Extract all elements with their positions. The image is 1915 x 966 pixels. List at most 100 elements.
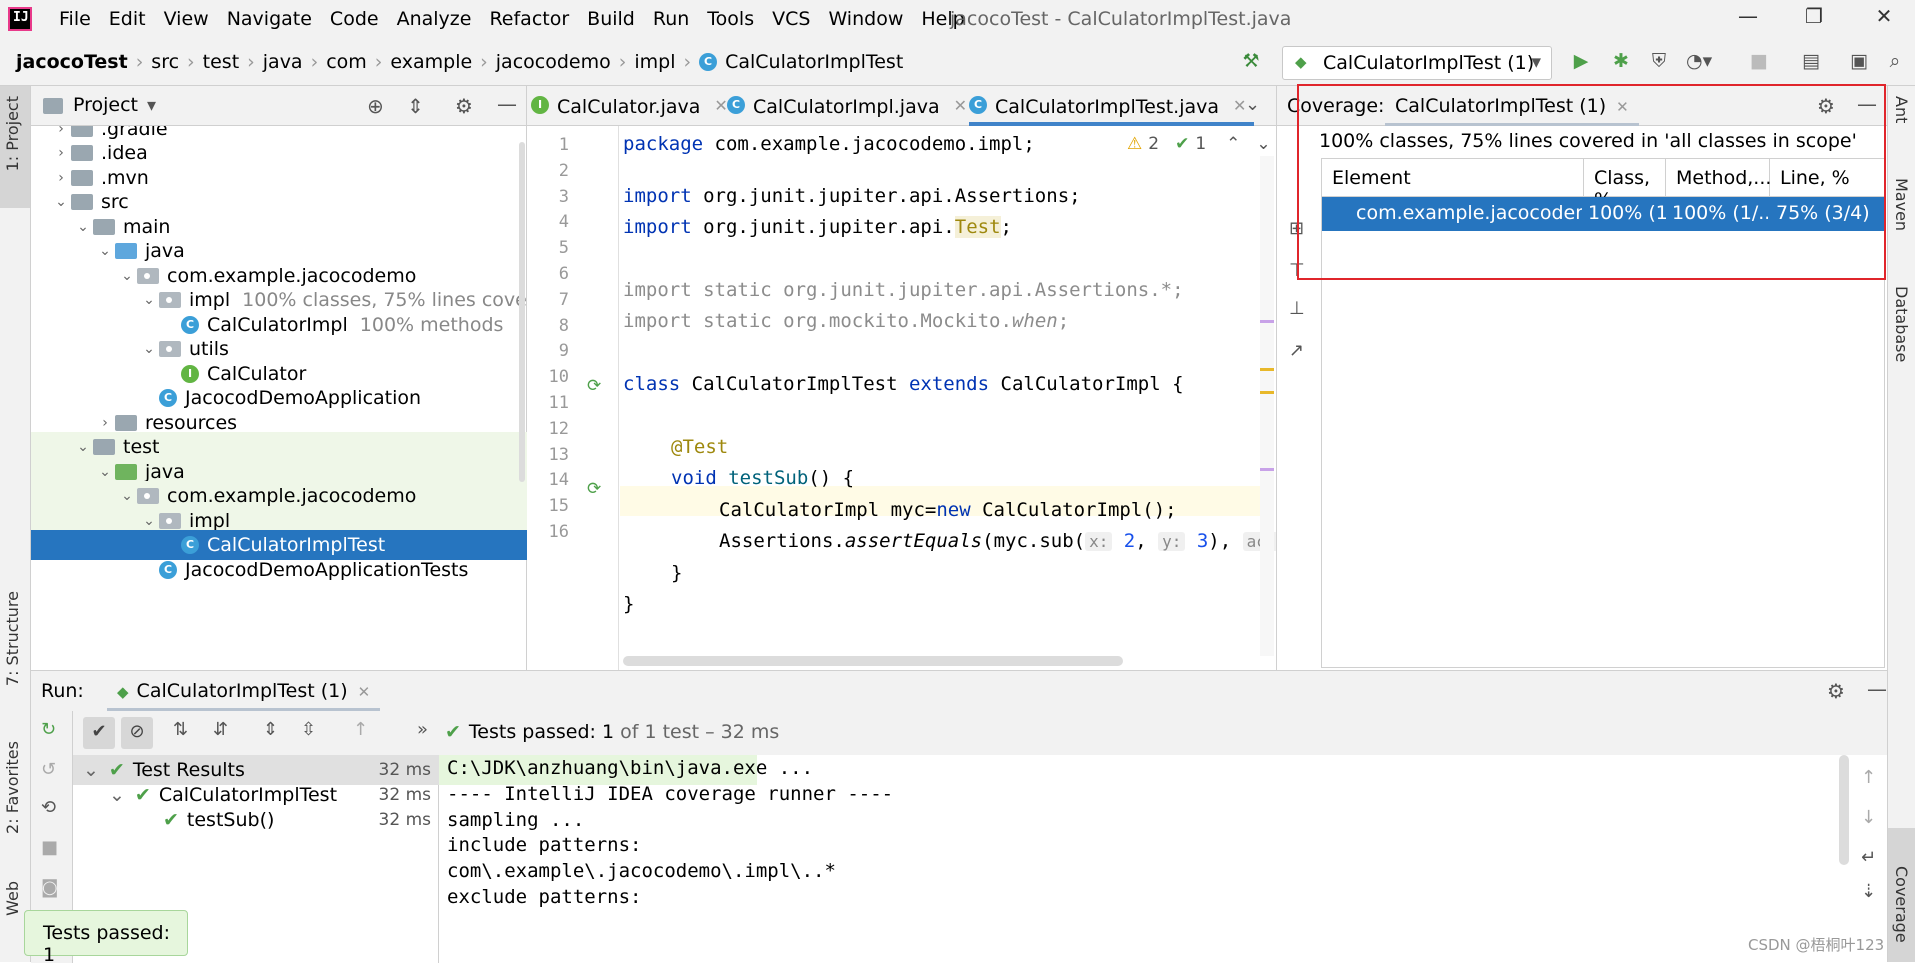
console-scrollbar[interactable] [1839,755,1849,865]
editor-scroll-markers[interactable] [1260,156,1274,656]
menu-code[interactable]: Code [321,8,388,30]
chevron-down-icon[interactable]: ⌄ [83,759,99,781]
breadcrumb-item[interactable]: com [326,51,367,73]
chevron-right-icon[interactable]: › [51,145,71,161]
tab-coverage[interactable]: Coverage [1892,866,1911,943]
chevron-down-icon[interactable]: ⌄ [117,488,137,504]
menu-edit[interactable]: Edit [100,8,155,30]
menu-build[interactable]: Build [578,8,644,30]
project-view-select[interactable]: Project [73,94,138,116]
stop-icon[interactable]: ■ [1746,50,1772,76]
stop-icon[interactable]: ■ [41,837,58,858]
menu-navigate[interactable]: Navigate [218,8,321,30]
inspection-widget[interactable]: ⚠ 2 ✔ 1 ⌃ ⌄ [1127,134,1271,154]
export-icon[interactable]: ↗ [1289,340,1304,361]
breadcrumb-item[interactable]: example [390,51,472,73]
run-with-coverage-icon[interactable]: ⛨ [1646,50,1672,76]
tab-favorites[interactable]: 2: Favorites [3,741,22,834]
chevron-right-icon[interactable]: › [51,126,71,137]
toggle-autotest-icon[interactable]: ⟲ [41,797,56,818]
test-node[interactable]: ✔ testSub() 32 ms [73,805,439,835]
chevron-down-icon[interactable]: ⌄ [95,464,115,480]
close-tab-icon[interactable]: ✕ [954,96,967,115]
menu-vcs[interactable]: VCS [763,8,819,30]
tab-calculator-java[interactable]: I CalCulator.java ✕ [531,86,728,126]
tab-database[interactable]: Database [1892,286,1911,362]
scroll-to-end-icon[interactable]: ⇣ [1861,881,1876,902]
run-icon[interactable]: ▶ [1568,50,1594,76]
menu-run[interactable]: Run [644,8,698,30]
build-hammer-icon[interactable]: ⚒ [1238,50,1264,76]
chevron-down-icon[interactable]: ⌄ [73,219,93,235]
tab-structure[interactable]: 7: Structure [3,591,22,686]
close-tab-icon[interactable]: ✕ [358,683,371,701]
chevron-down-icon[interactable]: ⌄ [73,439,93,455]
chevron-down-icon[interactable]: ⌄ [139,292,159,308]
gear-icon[interactable]: ⚙ [1827,679,1845,703]
chevron-up-icon[interactable]: ⌃ [1226,134,1240,154]
tests-passed-notification[interactable]: Tests passed: 1 [24,910,188,966]
more-icon[interactable]: » [417,719,428,740]
rerun-failed-icon[interactable]: ↺ [41,759,56,780]
breadcrumb-item[interactable]: test [203,51,240,73]
terminal-icon[interactable]: ▣ [1846,50,1872,76]
show-passed-icon[interactable]: ✔ [83,717,115,749]
run-tab[interactable]: ◆ CalCulatorImplTest (1) ✕ [107,671,381,711]
breadcrumb-item[interactable]: jacocoTest [16,51,128,73]
menu-refactor[interactable]: Refactor [480,8,578,30]
tab-calculatorimpltest-java[interactable]: C CalCulatorImplTest.java ✕ [969,86,1255,126]
restore-button[interactable]: ❐ [1796,4,1832,36]
menu-view[interactable]: View [155,8,218,30]
scroll-down-icon[interactable]: ↓ [1861,807,1876,828]
scroll-up-icon[interactable]: ↑ [1861,767,1876,788]
hide-panel-icon[interactable]: — [497,92,517,116]
gear-icon[interactable]: ⚙ [455,94,473,118]
chevron-down-icon[interactable]: ⌄ [95,243,115,259]
sort-duration-icon[interactable]: ⇵ [213,719,228,740]
chevron-down-icon[interactable]: ⌄ [51,194,71,210]
camera-icon[interactable]: ◙ [41,877,58,898]
hide-panel-icon[interactable]: — [1867,677,1887,701]
tab-ant[interactable]: Ant [1892,96,1911,123]
close-window-button[interactable]: ✕ [1866,4,1902,36]
expand-all-icon[interactable]: ⇕ [263,719,278,740]
profile-icon[interactable]: ◔▾ [1686,50,1712,76]
tab-project[interactable]: 1: Project [3,96,22,171]
soft-wrap-icon[interactable]: ↵ [1861,847,1876,868]
horizontal-scrollbar[interactable] [623,656,1123,666]
close-tab-icon[interactable]: ✕ [714,96,727,115]
console-output[interactable]: C:\JDK\anzhuang\bin\java.exe ... ---- Int… [439,755,1869,963]
sort-alpha-icon[interactable]: ⇅ [173,719,188,740]
run-gutter-icon[interactable]: ⟳ [587,479,601,499]
tab-web[interactable]: Web [3,881,22,916]
chevron-down-icon[interactable]: ⌄ [117,268,137,284]
chevron-down-icon[interactable]: ⌄ [1245,94,1260,115]
tab-maven[interactable]: Maven [1892,178,1911,231]
project-structure-icon[interactable]: ▤ [1798,50,1824,76]
minimize-button[interactable]: — [1730,4,1766,36]
chevron-down-icon[interactable]: ⌄ [139,513,159,529]
collapse-all-icon[interactable]: ⇳ [301,719,316,740]
show-ignored-icon[interactable]: ⊘ [121,717,153,749]
code-area[interactable]: package com.example.jacocodemo.impl; imp… [527,126,1290,670]
tree-node[interactable]: C JacocodDemoApplicationTests [31,555,527,585]
menu-file[interactable]: File [50,8,100,30]
breadcrumb-item[interactable]: impl [634,51,675,73]
navigate-down-icon[interactable]: ⊥ [1289,298,1305,319]
project-scrollbar[interactable] [519,142,525,482]
chevron-right-icon[interactable]: › [95,415,115,431]
chevron-down-icon[interactable]: ▾ [147,95,156,116]
breadcrumb-item[interactable]: java [263,51,303,73]
chevron-down-icon[interactable]: ⌄ [1256,134,1270,154]
breadcrumb-item[interactable]: CalCulatorImplTest [725,51,903,73]
rerun-icon[interactable]: ↻ [41,719,56,740]
search-icon[interactable]: ⌕ [1882,50,1908,76]
collapse-all-icon[interactable]: ⇕ [407,94,424,118]
tab-calculatorimpl-java[interactable]: C CalCulatorImpl.java ✕ [727,86,967,126]
run-configuration-select[interactable]: ◆ CalCulatorImplTest (1) ▾ [1282,46,1552,80]
chevron-down-icon[interactable]: ⌄ [139,341,159,357]
menu-tools[interactable]: Tools [698,8,763,30]
menu-analyze[interactable]: Analyze [388,8,481,30]
run-gutter-icon[interactable]: ⟳ [587,376,601,396]
menu-window[interactable]: Window [819,8,912,30]
